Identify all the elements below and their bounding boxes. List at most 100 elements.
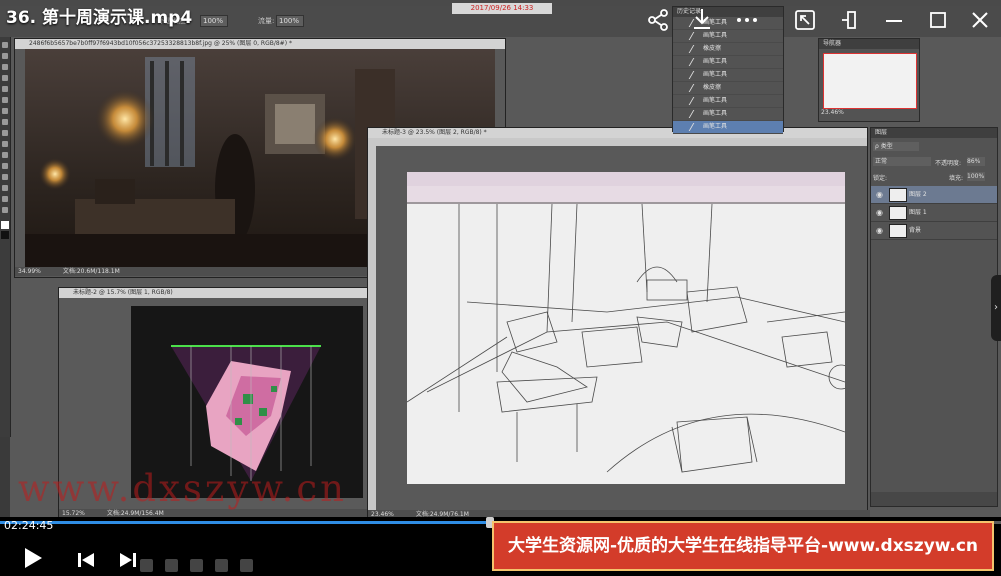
- folder-taskbar-icon[interactable]: [165, 559, 179, 572]
- stamp-tool-icon[interactable]: [2, 108, 8, 114]
- history-item[interactable]: 画笔工具: [673, 30, 783, 43]
- layer-row[interactable]: ◉ 背景: [871, 222, 997, 240]
- doc-zoom[interactable]: 15.72%: [62, 510, 85, 517]
- previous-icon[interactable]: [76, 550, 96, 570]
- options-opacity-value[interactable]: 100%: [200, 15, 228, 27]
- history-item[interactable]: 画笔工具: [673, 108, 783, 121]
- history-panel: 历史记录 画笔工具 画笔工具 橡皮擦 画笔工具 画笔工具 橡皮擦 画笔工具 画笔工具 画笔工具: [672, 6, 784, 134]
- share-icon[interactable]: [646, 8, 670, 32]
- download-icon[interactable]: [690, 7, 714, 31]
- move-tool-icon[interactable]: [2, 42, 8, 48]
- maximize-icon[interactable]: [926, 8, 950, 32]
- layer-row[interactable]: ◉ 图层 2: [871, 186, 997, 204]
- history-item[interactable]: 画笔工具: [673, 56, 783, 69]
- pen-tool-icon[interactable]: [2, 152, 8, 158]
- shape-tool-icon[interactable]: [2, 185, 8, 191]
- visibility-eye-icon[interactable]: ◉: [876, 186, 883, 203]
- doc-title[interactable]: 未标题-3 @ 23.5% (图层 2, RGB/8) *: [368, 128, 867, 138]
- lasso-tool-icon[interactable]: [2, 64, 8, 70]
- layers-kind-filter[interactable]: ρ 类型: [873, 142, 919, 151]
- layer-name[interactable]: 图层 2: [909, 191, 927, 198]
- gradient-tool-icon[interactable]: [2, 130, 8, 136]
- history-item-label: 画笔工具: [703, 71, 728, 78]
- app-taskbar-icon[interactable]: [240, 559, 254, 572]
- history-item-label: 画笔工具: [703, 123, 728, 130]
- snap-icon[interactable]: [836, 8, 860, 32]
- visibility-eye-icon[interactable]: ◉: [876, 222, 883, 239]
- visibility-eye-icon[interactable]: ◉: [876, 204, 883, 221]
- promo-banner[interactable]: 大学生资源网-优质的大学生在线指导平台-www.dxszyw.cn: [492, 521, 994, 571]
- lock-label: 锁定:: [873, 175, 888, 182]
- layers-panel-tab[interactable]: 图层: [871, 128, 997, 138]
- layer-thumbnail: [889, 224, 907, 238]
- history-item-label: 画笔工具: [703, 58, 728, 65]
- video-title: 36. 第十周演示课.mp4: [6, 8, 193, 28]
- navigator-panel-tab[interactable]: 导航器: [819, 39, 919, 49]
- time-current: 02:24:45: [4, 519, 54, 532]
- doc-title[interactable]: 2486f6b5657be7b0ff97f6943bd10f056c372533…: [15, 39, 505, 49]
- brush-tool-icon[interactable]: [2, 97, 8, 103]
- photoshop-taskbar-icon[interactable]: [140, 559, 153, 572]
- ps-toolbar: [0, 37, 11, 437]
- path-select-tool-icon[interactable]: [2, 174, 8, 180]
- date-strip: 2017/09/26 14:33: [452, 3, 552, 14]
- minimize-icon[interactable]: [882, 8, 906, 32]
- zoom-tool-icon[interactable]: [2, 207, 8, 213]
- brush-icon: [688, 123, 703, 131]
- type-tool-icon[interactable]: [2, 163, 8, 169]
- close-icon[interactable]: [968, 8, 992, 32]
- layer-opacity-label: 不透明度:: [935, 160, 962, 167]
- options-flow-value[interactable]: 100%: [276, 15, 304, 27]
- side-panel-toggle[interactable]: ›: [991, 275, 1001, 341]
- brush-icon: [688, 58, 703, 66]
- doc-title[interactable]: 未标题-2 @ 15.7% (图层 1, RGB/8): [59, 288, 369, 298]
- history-item[interactable]: 画笔工具: [673, 121, 783, 134]
- next-icon[interactable]: [118, 550, 138, 570]
- doc-zoom[interactable]: 34.99%: [18, 268, 41, 275]
- foreground-color-swatch[interactable]: [1, 221, 9, 229]
- background-color-swatch[interactable]: [1, 231, 9, 239]
- horizontal-ruler: [368, 138, 867, 146]
- history-item-label: 画笔工具: [703, 97, 728, 104]
- doc-size: 文档:20.6M/118.1M: [62, 268, 120, 275]
- layer-name[interactable]: 图层 1: [909, 209, 927, 216]
- main-canvas-sketch: [407, 172, 845, 484]
- navigator-panel: 导航器 23.46%: [818, 38, 920, 122]
- taskbar-icons: [140, 555, 260, 574]
- layers-list: ◉ 图层 2 ◉ 图层 1 ◉ 背景: [871, 186, 997, 240]
- layer-thumbnail: [889, 188, 907, 202]
- more-icon[interactable]: [735, 8, 759, 32]
- history-item[interactable]: 画笔工具: [673, 95, 783, 108]
- doc-size: 文档:24.9M/156.4M: [106, 510, 164, 517]
- history-item[interactable]: 橡皮擦: [673, 82, 783, 95]
- layer-opacity-value[interactable]: 86%: [967, 157, 985, 166]
- chat-taskbar-icon[interactable]: [190, 559, 204, 572]
- crop-tool-icon[interactable]: [2, 75, 8, 81]
- layers-panel: 图层 ρ 类型 正常 不透明度: 86% 锁定: 填充: 100% ◉ 图层 2 ◉…: [870, 127, 998, 507]
- brush-icon: [688, 71, 703, 79]
- brush-icon: [688, 110, 703, 118]
- layer-name[interactable]: 背景: [909, 227, 921, 234]
- layers-footer-toolbar: [871, 492, 997, 506]
- blend-mode-select[interactable]: 正常: [873, 157, 931, 166]
- play-icon[interactable]: [22, 546, 44, 570]
- browser-taskbar-icon[interactable]: [215, 559, 229, 572]
- eraser-tool-icon[interactable]: [2, 119, 8, 125]
- pip-icon[interactable]: [793, 8, 817, 32]
- eraser-icon: [688, 84, 703, 92]
- navigator-zoom[interactable]: 23.46%: [821, 109, 844, 116]
- history-item-label: 画笔工具: [703, 110, 728, 117]
- dodge-tool-icon[interactable]: [2, 141, 8, 147]
- history-item[interactable]: 画笔工具: [673, 69, 783, 82]
- layer-row[interactable]: ◉ 图层 1: [871, 204, 997, 222]
- history-item-label: 橡皮擦: [703, 45, 722, 52]
- options-flow-label: 流量:: [258, 17, 275, 25]
- history-list: 画笔工具 画笔工具 橡皮擦 画笔工具 画笔工具 橡皮擦 画笔工具 画笔工具 画笔工具: [673, 17, 783, 134]
- brush-icon: [688, 97, 703, 105]
- marquee-tool-icon[interactable]: [2, 53, 8, 59]
- hand-tool-icon[interactable]: [2, 196, 8, 202]
- eyedropper-tool-icon[interactable]: [2, 86, 8, 92]
- history-item[interactable]: 橡皮擦: [673, 43, 783, 56]
- fill-value[interactable]: 100%: [967, 172, 985, 181]
- navigator-preview[interactable]: [823, 53, 917, 109]
